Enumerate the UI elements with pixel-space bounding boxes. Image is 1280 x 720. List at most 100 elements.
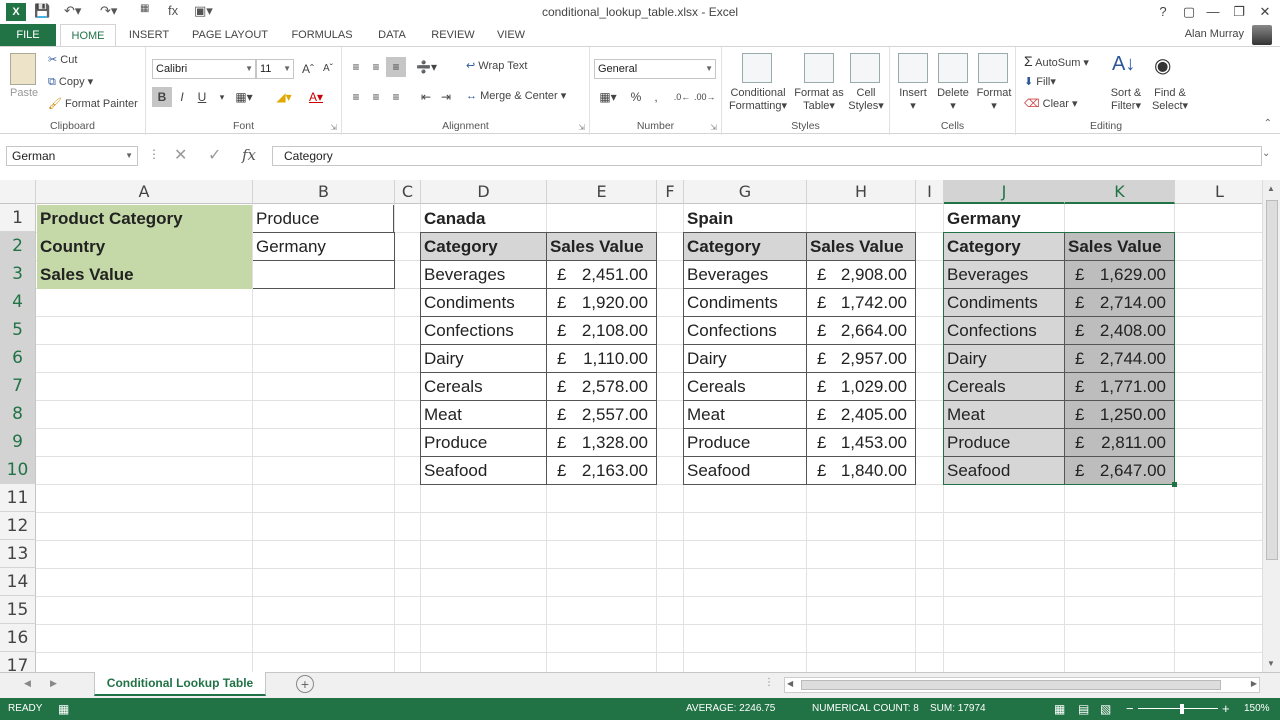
canada-category-cell[interactable]: Condiments: [420, 288, 547, 317]
avatar[interactable]: [1252, 25, 1272, 45]
delete-cells-button[interactable]: Delete▾: [934, 87, 972, 112]
germany-sales-cell[interactable]: £2,811.00: [1064, 428, 1175, 457]
alignment-dialog-launcher-icon[interactable]: ⇲: [578, 123, 585, 132]
sum-status[interactable]: SUM: 17974: [930, 698, 986, 720]
font-color-icon[interactable]: A▾: [306, 87, 326, 107]
count-status[interactable]: NUMERICAL COUNT: 8: [812, 698, 919, 720]
row-header-3[interactable]: 3: [0, 260, 36, 288]
row-header-12[interactable]: 12: [0, 512, 36, 540]
zoom-out-icon[interactable]: −: [1126, 698, 1134, 720]
spain-sales-cell[interactable]: £1,840.00: [806, 456, 916, 485]
format-as-table-icon[interactable]: [804, 53, 834, 83]
spain-category-cell[interactable]: Dairy: [683, 344, 807, 373]
fill-button[interactable]: ⬇ Fill▾: [1024, 75, 1056, 88]
confirm-entry-icon[interactable]: ✓: [208, 145, 221, 165]
spain-sales-cell[interactable]: £1,029.00: [806, 372, 916, 401]
canada-category-cell[interactable]: Seafood: [420, 456, 547, 485]
increase-indent-icon[interactable]: ⇥: [436, 87, 456, 107]
decrease-decimal-icon[interactable]: .00→: [694, 87, 714, 107]
orientation-icon[interactable]: ➗▾: [416, 57, 436, 77]
sales-value-result[interactable]: [253, 260, 395, 289]
formula-input[interactable]: Category: [272, 146, 1262, 166]
format-cells-icon[interactable]: [978, 53, 1008, 83]
prev-sheet-icon[interactable]: ◀: [24, 678, 31, 689]
conditional-formatting-button[interactable]: ConditionalFormatting▾: [728, 87, 788, 112]
row-header-14[interactable]: 14: [0, 568, 36, 596]
spain-sales-cell[interactable]: £2,405.00: [806, 400, 916, 429]
user-name[interactable]: Alan Murray: [1185, 28, 1244, 40]
horizontal-scrollbar[interactable]: ◀ ▶: [784, 677, 1260, 693]
row-header-15[interactable]: 15: [0, 596, 36, 624]
canada-category-cell[interactable]: Meat: [420, 400, 547, 429]
format-cells-button[interactable]: Format▾: [974, 87, 1014, 112]
insert-function-icon[interactable]: fx: [242, 146, 256, 164]
germany-sales-cell[interactable]: £1,629.00: [1064, 260, 1175, 289]
insert-cells-icon[interactable]: [898, 53, 928, 83]
close-icon[interactable]: ✕: [1252, 2, 1278, 22]
row-header-5[interactable]: 5: [0, 316, 36, 344]
germany-header-category[interactable]: Category: [943, 232, 1065, 261]
row-header-17[interactable]: 17: [0, 652, 36, 672]
column-header-h[interactable]: H: [807, 180, 916, 204]
spain-sales-cell[interactable]: £1,742.00: [806, 288, 916, 317]
sort-filter-button[interactable]: Sort &Filter▾: [1106, 87, 1146, 112]
binoculars-icon[interactable]: ◉: [1154, 53, 1184, 83]
clear-button[interactable]: ⌫ Clear ▾: [1024, 97, 1078, 110]
sort-filter-icon[interactable]: A↓: [1112, 53, 1142, 83]
grow-font-icon[interactable]: Aˆ: [298, 59, 318, 79]
row-header-16[interactable]: 16: [0, 624, 36, 652]
germany-sales-cell[interactable]: £2,647.00: [1064, 456, 1175, 485]
align-right-icon[interactable]: ≡: [386, 87, 406, 107]
font-size-select[interactable]: 11▼: [256, 59, 294, 79]
accounting-format-icon[interactable]: ▦▾: [594, 87, 622, 107]
germany-sales-cell[interactable]: £2,714.00: [1064, 288, 1175, 317]
format-painter-button[interactable]: 🖌 Format Painter: [48, 97, 138, 110]
row-header-4[interactable]: 4: [0, 288, 36, 316]
canada-title[interactable]: Canada: [421, 205, 546, 233]
tab-formulas[interactable]: FORMULAS: [284, 24, 360, 46]
spain-sales-cell[interactable]: £2,908.00: [806, 260, 916, 289]
align-bottom-icon[interactable]: ≡: [386, 57, 406, 77]
vertical-scroll-thumb[interactable]: [1266, 200, 1278, 560]
canada-category-cell[interactable]: Confections: [420, 316, 547, 345]
column-header-i[interactable]: I: [916, 180, 944, 204]
normal-view-icon[interactable]: ▦: [1054, 698, 1065, 720]
scroll-right-icon[interactable]: ▶: [1251, 679, 1257, 688]
zoom-level[interactable]: 150%: [1244, 698, 1270, 720]
shrink-font-icon[interactable]: Aˇ: [318, 59, 338, 79]
row-header-8[interactable]: 8: [0, 400, 36, 428]
tab-page-layout[interactable]: PAGE LAYOUT: [184, 24, 276, 46]
font-name-select[interactable]: Calibri▼: [152, 59, 256, 79]
add-sheet-icon[interactable]: +: [296, 675, 314, 693]
align-left-icon[interactable]: ≡: [346, 87, 366, 107]
spain-sales-cell[interactable]: £2,664.00: [806, 316, 916, 345]
row-header-10[interactable]: 10: [0, 456, 36, 484]
conditional-formatting-icon[interactable]: [742, 53, 772, 83]
product-category-label[interactable]: Product Category: [37, 205, 252, 233]
cell-styles-button[interactable]: CellStyles▾: [846, 87, 886, 112]
average-status[interactable]: AVERAGE: 2246.75: [686, 698, 775, 720]
column-header-a[interactable]: A: [36, 180, 253, 204]
germany-title[interactable]: Germany: [944, 205, 1064, 233]
page-break-view-icon[interactable]: ▧: [1100, 698, 1111, 720]
germany-sales-cell[interactable]: £2,744.00: [1064, 344, 1175, 373]
paste-button[interactable]: Paste: [10, 87, 38, 99]
column-header-d[interactable]: D: [421, 180, 547, 204]
restore-icon[interactable]: ❐: [1226, 2, 1252, 22]
tab-review[interactable]: REVIEW: [424, 24, 482, 46]
next-sheet-icon[interactable]: ▶: [50, 678, 57, 689]
canada-sales-cell[interactable]: £2,163.00: [546, 456, 657, 485]
germany-category-cell[interactable]: Meat: [943, 400, 1065, 429]
spain-category-cell[interactable]: Confections: [683, 316, 807, 345]
tab-view[interactable]: VIEW: [490, 24, 532, 46]
insert-cells-button[interactable]: Insert▾: [896, 87, 930, 112]
germany-category-cell[interactable]: Cereals: [943, 372, 1065, 401]
select-all-corner[interactable]: [0, 180, 36, 204]
zoom-slider-thumb[interactable]: [1180, 704, 1184, 714]
column-header-g[interactable]: G: [684, 180, 807, 204]
number-dialog-launcher-icon[interactable]: ⇲: [710, 123, 717, 132]
canada-header-sales[interactable]: Sales Value: [546, 232, 657, 261]
zoom-slider-track[interactable]: [1138, 708, 1218, 709]
fill-color-icon[interactable]: ◢▾: [274, 87, 294, 107]
sheet-tab-conditional-lookup[interactable]: Conditional Lookup Table: [94, 672, 266, 696]
